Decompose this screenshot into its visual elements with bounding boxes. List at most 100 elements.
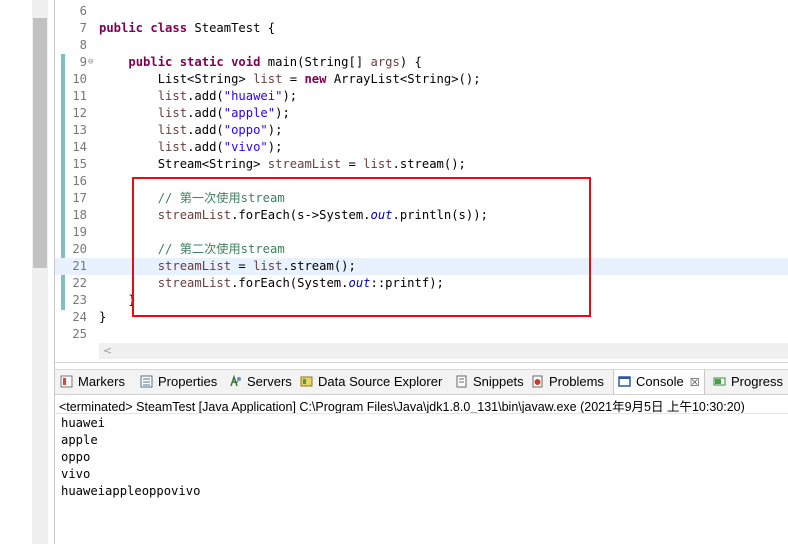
code-line[interactable]: 10 List<String> list = new ArrayList<Str…: [55, 71, 788, 88]
code-token: .add(: [187, 89, 224, 103]
code-token: }: [99, 310, 107, 324]
tab-data-source-explorer[interactable]: Data Source Explorer: [300, 370, 442, 394]
code-token: list: [157, 140, 188, 154]
console-line: oppo: [61, 450, 91, 464]
highlight-box: [132, 177, 591, 317]
code-line[interactable]: 13 list.add("oppo");: [55, 122, 788, 139]
tab-snippets[interactable]: Snippets: [455, 370, 524, 394]
scroll-left-icon[interactable]: <: [103, 343, 112, 359]
code-token: public static void: [128, 55, 261, 69]
code-token: main(String[]: [260, 55, 371, 69]
console-line: huaweiappleoppovivo: [61, 484, 201, 498]
code-line[interactable]: 15 Stream<String> streamList = list.stre…: [55, 156, 788, 173]
code-token: list: [157, 89, 188, 103]
code-line[interactable]: 7 public class SteamTest {: [55, 20, 788, 37]
line-number: 7: [79, 21, 87, 35]
code-text: }: [99, 292, 136, 309]
line-number: 24: [72, 310, 87, 324]
code-token: streamList: [267, 157, 342, 171]
code-token: new: [304, 72, 327, 86]
code-token: "oppo": [223, 123, 268, 137]
tab-progress[interactable]: Progress: [713, 370, 783, 394]
code-text: public static void main(String[] args) {: [99, 54, 422, 71]
tab-console[interactable]: Console ☒: [613, 370, 705, 394]
line-number: 22: [72, 276, 87, 290]
code-token: list: [363, 157, 393, 171]
line-number: 18: [72, 208, 87, 222]
code-token: =: [282, 72, 305, 86]
line-number: 15: [72, 157, 87, 171]
code-line[interactable]: 6: [55, 3, 788, 20]
tab-snippets-label: Snippets: [473, 374, 524, 389]
tab-console-label: Console: [636, 374, 684, 389]
tab-servers[interactable]: Servers: [229, 370, 292, 394]
code-line[interactable]: 9 ⊖ public static void main(String[] args…: [55, 54, 788, 71]
code-line[interactable]: 11 list.add("huawei");: [55, 88, 788, 105]
code-line[interactable]: 8: [55, 37, 788, 54]
code-token: SteamTest {: [187, 21, 276, 35]
code-text: list.add("huawei");: [99, 88, 297, 105]
code-text: Stream<String> streamList = list.stream(…: [99, 156, 466, 173]
line-number: 17: [72, 191, 87, 205]
code-token: List<String>: [99, 72, 254, 86]
code-line[interactable]: 14 list.add("vivo");: [55, 139, 788, 156]
code-token: list: [253, 72, 283, 86]
code-token: "apple": [223, 106, 276, 120]
snippets-icon: [456, 375, 467, 388]
line-number: 11: [72, 89, 87, 103]
code-token: .add(: [187, 106, 224, 120]
fold-collapse-icon[interactable]: ⊖: [88, 54, 93, 71]
properties-icon: [140, 375, 153, 388]
close-icon[interactable]: ☒: [690, 377, 700, 389]
console-line: vivo: [61, 467, 91, 481]
code-token: );: [282, 89, 298, 103]
tab-properties[interactable]: Properties: [140, 370, 217, 394]
line-number: 12: [72, 106, 87, 120]
tab-problems[interactable]: Problems: [531, 370, 604, 394]
console-line: apple: [61, 433, 98, 447]
code-text: list.add("apple");: [99, 105, 290, 122]
editor-horizontal-scrollbar[interactable]: <: [99, 343, 788, 359]
code-text: List<String> list = new ArrayList<String…: [99, 71, 481, 88]
line-number: 6: [79, 4, 87, 18]
code-line[interactable]: 25: [55, 326, 788, 343]
code-text: list.add("oppo");: [99, 122, 283, 139]
problems-icon: [532, 375, 543, 388]
line-number: 23: [72, 293, 87, 307]
tab-progress-label: Progress: [731, 374, 784, 389]
tab-markers[interactable]: Markers: [60, 370, 125, 394]
servers-icon: [230, 375, 241, 387]
code-token: ArrayList<String>();: [326, 72, 481, 86]
code-text: public class SteamTest {: [99, 20, 275, 37]
line-number: 19: [72, 225, 87, 239]
code-text: list.add("vivo");: [99, 139, 283, 156]
code-token: "huawei": [223, 89, 283, 103]
code-token: list: [157, 106, 188, 120]
line-number: 13: [72, 123, 87, 137]
code-token: );: [267, 123, 283, 137]
code-token: }: [99, 293, 136, 307]
code-token: args: [370, 55, 400, 69]
code-text: }: [99, 309, 106, 326]
code-token: Stream<String>: [99, 157, 268, 171]
left-panel: [0, 0, 32, 544]
tab-data-source-explorer-label: Data Source Explorer: [318, 374, 443, 389]
code-token: );: [275, 106, 290, 120]
tab-servers-label: Servers: [247, 374, 292, 389]
line-number: 25: [72, 327, 87, 341]
line-number: 14: [72, 140, 87, 154]
code-token: .add(: [187, 123, 224, 137]
tab-problems-label: Problems: [549, 374, 604, 389]
code-line[interactable]: 12 list.add("apple");: [55, 105, 788, 122]
view-tab-bar: Markers Properties Servers Data Source E…: [55, 369, 788, 395]
markers-icon: [60, 375, 73, 388]
line-number: 9: [79, 55, 87, 69]
code-token: ) {: [399, 55, 422, 69]
left-scrollbar-thumb[interactable]: [33, 18, 47, 268]
line-number: 20: [72, 242, 87, 256]
